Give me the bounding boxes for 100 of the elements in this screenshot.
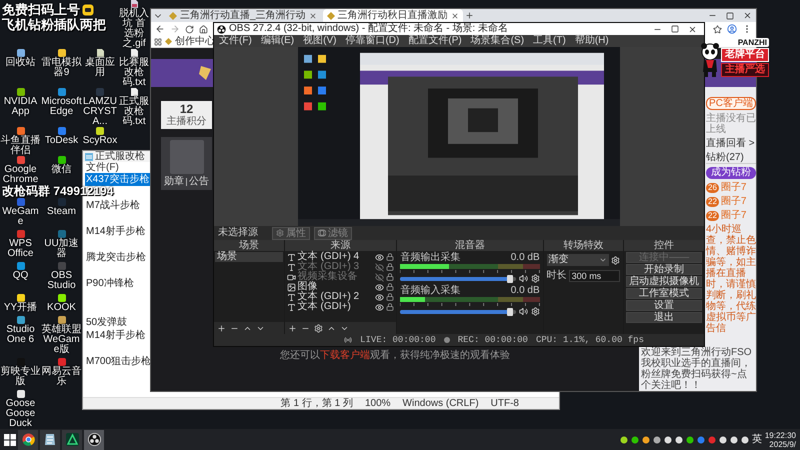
settings-icon[interactable] xyxy=(530,274,540,283)
eye-icon[interactable] xyxy=(375,282,384,292)
control-button[interactable]: 开始录制 xyxy=(626,264,702,275)
eye-off-icon[interactable] xyxy=(375,262,384,272)
obs-app-icon[interactable] xyxy=(88,433,100,446)
text-line[interactable]: 50发弹鼓 xyxy=(85,316,128,329)
menu-item[interactable]: 场景集合(S) xyxy=(470,35,524,47)
maximize-icon[interactable] xyxy=(671,25,679,33)
menu-item[interactable]: 视图(V) xyxy=(303,35,336,47)
source-item[interactable]: 文本 (GDI+) xyxy=(298,302,374,312)
text-line[interactable]: M14射手步枪 xyxy=(85,225,146,238)
app-icon[interactable] xyxy=(16,49,24,57)
triangle-app-icon[interactable] xyxy=(66,433,78,446)
app-icon[interactable] xyxy=(58,49,66,57)
speaker-icon[interactable] xyxy=(518,307,528,316)
home-icon[interactable] xyxy=(199,24,208,34)
app-icon[interactable] xyxy=(16,316,24,324)
source-item[interactable]: 文本 (GDI+) 3 xyxy=(298,262,374,272)
browser-icon[interactable] xyxy=(22,433,34,446)
icon-label: 网易云音乐 xyxy=(41,367,82,387)
menu-item[interactable]: 停靠窗口(D) xyxy=(345,35,400,47)
source-item[interactable]: 图像 xyxy=(298,282,374,292)
slider-thumb[interactable] xyxy=(506,308,513,316)
menu-item[interactable]: 文件(F) xyxy=(219,35,252,47)
lock-icon[interactable] xyxy=(386,303,394,311)
close-icon[interactable] xyxy=(308,12,317,20)
app-icon[interactable] xyxy=(16,88,24,96)
eye-icon[interactable] xyxy=(375,252,384,262)
maximize-icon[interactable] xyxy=(726,12,734,20)
app-icon[interactable] xyxy=(58,316,66,324)
close-icon[interactable] xyxy=(743,11,752,20)
close-icon[interactable] xyxy=(688,24,697,34)
text-line[interactable]: 腾龙突击步枪 xyxy=(85,251,147,264)
image-file-icon[interactable] xyxy=(130,0,138,8)
app-icon[interactable] xyxy=(16,127,24,135)
control-button[interactable]: 启动虚拟摄像机 xyxy=(626,276,702,287)
nav-link[interactable]: 公告 xyxy=(189,176,209,187)
lock-icon[interactable] xyxy=(386,253,394,261)
text-line[interactable]: P90冲锋枪 xyxy=(85,277,135,290)
app-icon[interactable] xyxy=(16,390,24,398)
add-icon[interactable] xyxy=(288,324,297,332)
file-icon[interactable] xyxy=(130,49,138,57)
new-tab-icon[interactable] xyxy=(464,11,474,20)
nav-link[interactable]: 勋章 xyxy=(164,176,184,187)
icon-label: 脱机入坑 首选粉之.gif xyxy=(118,9,150,49)
input-method[interactable]: 英 xyxy=(752,434,762,446)
fan-tab[interactable]: 钻粉(27) xyxy=(706,152,756,164)
bookmark-star-icon[interactable] xyxy=(713,24,722,34)
file-icon[interactable] xyxy=(130,88,138,96)
control-button[interactable]: 退出 xyxy=(626,312,702,323)
eye-off-icon[interactable] xyxy=(375,272,384,282)
control-button[interactable]: 设置 xyxy=(626,300,702,311)
taskbar-button[interactable] xyxy=(18,430,38,450)
menu-item[interactable]: 配置文件(P) xyxy=(408,35,462,47)
fan-badge[interactable]: 成为钻粉 xyxy=(706,167,756,179)
file-icon[interactable] xyxy=(96,49,104,57)
app-icon[interactable] xyxy=(58,294,66,302)
app-icon[interactable] xyxy=(58,156,66,164)
start-icon[interactable] xyxy=(4,434,16,446)
menu-item[interactable]: 工具(T) xyxy=(533,35,566,47)
back-icon[interactable] xyxy=(155,24,165,34)
download-link[interactable]: 下载客户端 xyxy=(320,350,370,361)
settings-icon[interactable] xyxy=(314,324,323,332)
source-item[interactable]: 视频采集设备 xyxy=(298,272,374,282)
taskbar-button[interactable] xyxy=(62,430,82,450)
menu-item[interactable]: 帮助(H) xyxy=(574,35,609,47)
source-item[interactable]: 文本 (GDI+) 2 xyxy=(298,292,374,302)
text-line[interactable]: M700狙击步枪 xyxy=(85,355,152,368)
lock-icon[interactable] xyxy=(386,283,394,291)
eye-icon[interactable] xyxy=(375,302,384,312)
lock-icon[interactable] xyxy=(386,293,394,301)
duration-field[interactable]: 300 ms xyxy=(568,270,620,282)
profile-icon[interactable] xyxy=(727,24,737,34)
speaker-icon[interactable] xyxy=(518,274,528,283)
taskbar-button[interactable] xyxy=(84,430,104,450)
taskbar-button[interactable] xyxy=(40,430,60,450)
reload-icon[interactable] xyxy=(185,24,194,34)
settings-icon[interactable] xyxy=(611,256,620,264)
app-icon[interactable] xyxy=(16,294,24,302)
close-icon[interactable] xyxy=(450,12,459,20)
replay-link[interactable]: 直播回看 > xyxy=(706,138,756,149)
control-button[interactable]: 工作室模式 xyxy=(626,288,702,299)
text-line[interactable]: M14射手步枪 xyxy=(85,329,146,342)
browser-tab[interactable]: 三角洲行动直播_三角洲行动 xyxy=(165,9,321,22)
app-icon[interactable] xyxy=(96,127,104,135)
menu-item[interactable]: 编辑(E) xyxy=(260,35,294,47)
lock-icon[interactable] xyxy=(386,263,394,271)
menu-item[interactable]: 文件(F) xyxy=(86,162,119,173)
add-icon[interactable] xyxy=(217,324,226,332)
eye-icon[interactable] xyxy=(375,292,384,302)
apps-icon[interactable] xyxy=(154,38,162,46)
text-line[interactable]: M7战斗步枪 xyxy=(85,199,141,212)
lock-icon[interactable] xyxy=(386,273,394,281)
notepad-icon[interactable] xyxy=(44,433,56,446)
source-item[interactable]: 文本 (GDI+) 4 xyxy=(298,252,374,262)
scene-item[interactable]: 场景 xyxy=(215,252,283,262)
transition-select[interactable]: 渐变 xyxy=(546,254,610,266)
settings-icon[interactable] xyxy=(530,307,540,316)
browser-tab[interactable]: 三角洲行动秋日直播激励 xyxy=(322,9,463,22)
slider-thumb[interactable] xyxy=(506,274,513,282)
